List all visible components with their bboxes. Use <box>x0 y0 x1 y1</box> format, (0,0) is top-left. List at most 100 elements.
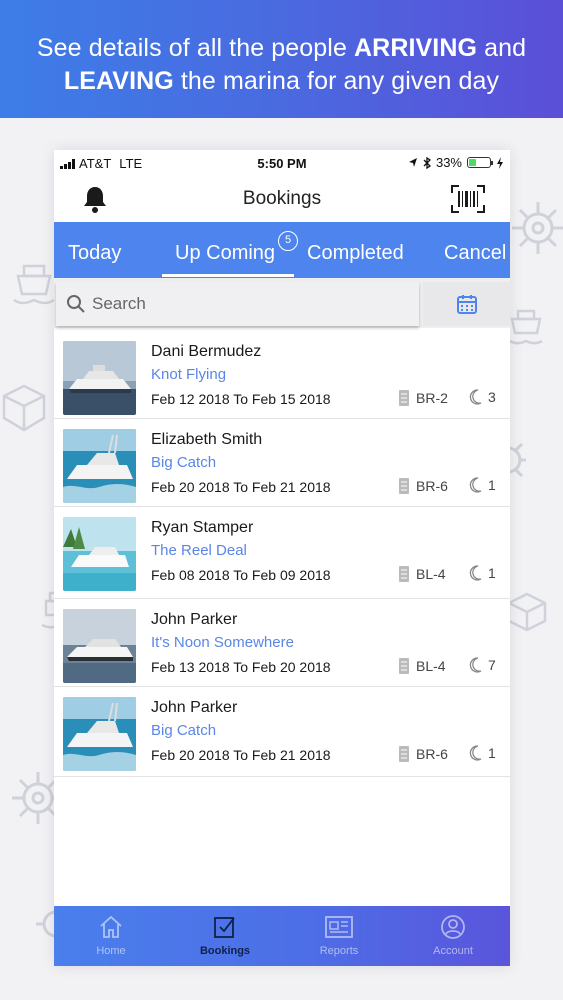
boat-thumbnail <box>63 697 136 771</box>
berth-icon <box>399 658 409 674</box>
phone-screen: AT&T LTE 5:50 PM 33% Bookings Today Up C… <box>54 150 510 966</box>
search-input[interactable] <box>92 294 392 314</box>
booking-dates: Feb 20 2018 To Feb 21 2018 <box>151 479 331 495</box>
berth-icon <box>399 478 409 494</box>
boat-name: The Reel Deal <box>151 542 247 559</box>
moon-icon <box>469 565 482 581</box>
bottom-tab-bar: Home Bookings Reports Account <box>54 906 510 966</box>
nights-count: 1 <box>488 745 496 761</box>
calendar-button[interactable] <box>423 282 510 326</box>
berth-icon <box>399 390 409 406</box>
tabbar-home[interactable]: Home <box>54 906 168 966</box>
moon-icon <box>469 657 482 673</box>
status-right: 33% <box>408 155 504 170</box>
tabbar-label: Reports <box>319 945 359 957</box>
nights-info: 1 <box>468 565 496 581</box>
berth-info: BL-4 <box>398 565 446 583</box>
tabbar-label: Home <box>96 945 126 957</box>
booking-row[interactable]: John Parker Big Catch Feb 20 2018 To Feb… <box>54 687 510 777</box>
tabbar-account[interactable]: Account <box>396 906 510 966</box>
search-icon <box>67 295 85 313</box>
boat-name: Knot Flying <box>151 366 227 383</box>
berth-code: BR-6 <box>416 746 448 762</box>
nights-count: 1 <box>488 477 496 493</box>
nights-count: 3 <box>488 389 496 405</box>
ship-wheel-icon <box>508 442 526 478</box>
booking-row[interactable]: Elizabeth Smith Big Catch Feb 20 2018 To… <box>54 419 510 507</box>
status-bar: AT&T LTE 5:50 PM 33% <box>54 150 510 178</box>
moon-icon <box>469 477 482 493</box>
ship-icon <box>509 309 543 345</box>
ship-wheel-icon <box>512 202 563 254</box>
ship-icon <box>13 264 55 305</box>
upcoming-count-badge: 5 <box>278 231 298 251</box>
berth-code: BR-2 <box>416 390 448 406</box>
bluetooth-icon <box>423 156 431 169</box>
nights-info: 7 <box>468 657 496 673</box>
guest-name: John Parker <box>151 699 238 716</box>
booking-row[interactable]: Dani Bermudez Knot Flying Feb 12 2018 To… <box>54 331 510 419</box>
banner-text: and <box>477 34 527 62</box>
account-icon <box>441 915 465 939</box>
tab-cancel[interactable]: Cancel <box>444 242 506 265</box>
tabbar-label: Bookings <box>199 945 251 957</box>
tabbar-label: Account <box>433 945 473 957</box>
search-box <box>56 282 419 326</box>
tabbar-bookings[interactable]: Bookings <box>168 906 282 966</box>
boat-name: Big Catch <box>151 454 217 471</box>
package-icon <box>507 592 547 632</box>
ship-wheel-icon <box>36 904 56 944</box>
berth-icon <box>399 566 409 582</box>
battery-icon <box>467 157 493 168</box>
boat-name: Big Catch <box>151 722 217 739</box>
package-icon <box>2 384 46 432</box>
boat-thumbnail <box>63 517 136 591</box>
guest-name: Elizabeth Smith <box>151 431 263 448</box>
nights-count: 1 <box>488 565 496 581</box>
moon-icon <box>469 389 482 405</box>
booking-dates: Feb 13 2018 To Feb 20 2018 <box>151 659 331 675</box>
nights-info: 1 <box>468 745 496 761</box>
booking-dates: Feb 08 2018 To Feb 09 2018 <box>151 567 331 583</box>
guest-name: Ryan Stamper <box>151 519 254 536</box>
banner-line-1: See details of all the people ARRIVING a… <box>0 32 563 65</box>
tab-up-coming[interactable]: Up Coming <box>175 242 275 265</box>
guest-name: John Parker <box>151 611 238 628</box>
boat-thumbnail <box>63 609 136 683</box>
calendar-icon <box>456 295 477 314</box>
berth-info: BL-4 <box>398 657 446 675</box>
guest-name: Dani Bermudez <box>151 343 262 360</box>
boat-name: It's Noon Somewhere <box>151 634 294 651</box>
nights-count: 7 <box>488 657 496 673</box>
boat-thumbnail <box>63 429 136 503</box>
tab-completed[interactable]: Completed <box>307 242 404 265</box>
boat-thumbnail <box>63 341 136 415</box>
search-row <box>54 278 510 328</box>
berth-code: BL-4 <box>416 658 446 674</box>
banner-text: the marina for any given day <box>173 67 500 95</box>
banner-emphasis: ARRIVING <box>354 34 478 62</box>
nights-info: 1 <box>468 477 496 493</box>
berth-info: BR-6 <box>398 477 448 495</box>
banner-line-2: LEAVING the marina for any given day <box>0 65 563 98</box>
berth-code: BR-6 <box>416 478 448 494</box>
battery-percent: 33% <box>435 155 462 170</box>
charging-icon <box>497 156 503 169</box>
bookings-icon <box>214 917 235 938</box>
barcode-scan-icon[interactable] <box>450 184 486 214</box>
bookings-list: Dani Bermudez Knot Flying Feb 12 2018 To… <box>54 331 510 777</box>
booking-row[interactable]: John Parker It's Noon Somewhere Feb 13 2… <box>54 599 510 687</box>
reports-icon <box>325 916 353 938</box>
location-icon <box>408 158 417 167</box>
banner-emphasis: LEAVING <box>63 67 174 95</box>
tabbar-reports[interactable]: Reports <box>282 906 396 966</box>
tab-today[interactable]: Today <box>68 242 121 265</box>
moon-icon <box>469 745 482 761</box>
page-title: Bookings <box>242 188 322 209</box>
booking-row[interactable]: Ryan Stamper The Reel Deal Feb 08 2018 T… <box>54 507 510 599</box>
active-tab-indicator <box>162 274 294 277</box>
booking-dates: Feb 12 2018 To Feb 15 2018 <box>151 391 331 407</box>
nights-info: 3 <box>468 389 496 405</box>
promo-banner: See details of all the people ARRIVING a… <box>0 0 563 118</box>
berth-info: BR-6 <box>398 745 448 763</box>
